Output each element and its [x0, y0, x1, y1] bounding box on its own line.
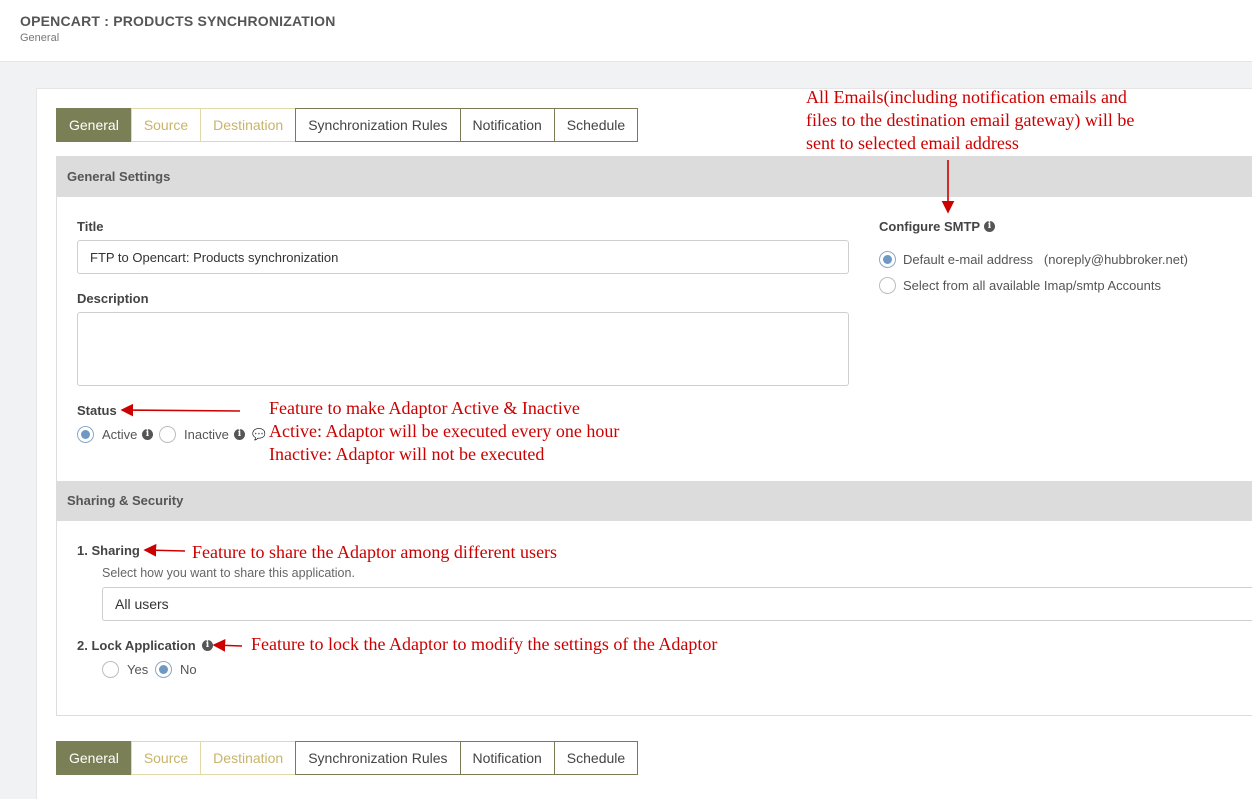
sharing-arrow: [143, 543, 186, 557]
lock-arrow: [212, 639, 243, 652]
annotation-arrows: [120, 160, 955, 652]
status-arrow: [120, 403, 241, 417]
